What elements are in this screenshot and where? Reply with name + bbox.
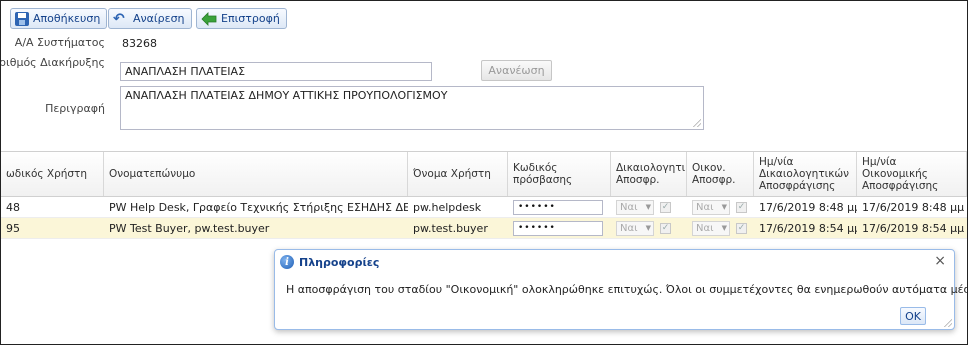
ok-button[interactable]: OK <box>900 307 926 325</box>
financial-unseal-select-value: Ναι <box>696 222 714 234</box>
resize-handle-icon[interactable] <box>693 119 701 127</box>
users-grid: ωδικός Χρήστη Ονοματεπώνυμο Όνομα Χρήστη… <box>1 151 967 239</box>
table-row[interactable]: 95 PW Test Buyer, pw.test.buyer pw.test.… <box>1 218 967 239</box>
undo-icon: ↶ <box>113 10 125 27</box>
column-header-user-code[interactable]: ωδικός Χρήστη <box>1 152 104 196</box>
docs-unseal-select[interactable]: Ναι ▼ <box>616 220 654 236</box>
column-header-fullname[interactable]: Ονοματεπώνυμο <box>104 152 408 196</box>
dialog-message: Η αποσφράγιση του σταδίου "Οικονομική" ο… <box>286 283 967 296</box>
financial-unseal-select[interactable]: Ναι ▼ <box>692 199 730 215</box>
docs-unseal-select[interactable]: Ναι ▼ <box>616 199 654 215</box>
save-button[interactable]: Αποθήκευση <box>10 8 108 29</box>
info-dialog: i Πληροφορίες × Η αποσφράγιση του σταδίο… <box>274 249 967 330</box>
financial-unseal-select[interactable]: Ναι ▼ <box>692 220 730 236</box>
back-button[interactable]: Επιστροφή <box>196 8 287 29</box>
cell-user-code: 48 <box>6 200 20 214</box>
cell-financial-unseal-date: 17/6/2019 8:48 μμ <box>862 200 965 214</box>
cell-financial-unseal-date: 17/6/2019 8:54 μμ <box>862 221 965 235</box>
docs-unseal-select-value: Ναι <box>620 222 638 234</box>
cell-password: •••••• <box>508 197 611 217</box>
undo-button[interactable]: ↶ Αναίρεση <box>108 8 192 29</box>
column-header-username[interactable]: Όνομα Χρήστη <box>408 152 508 196</box>
column-header-docs-unseal[interactable]: Δικαιολογητικά Αποσφρ. <box>611 152 687 196</box>
back-arrow-icon <box>201 11 217 26</box>
cell-username: pw.helpdesk <box>413 200 482 214</box>
app-window: Αποθήκευση ↶ Αναίρεση Επιστροφή Α/Α Συστ… <box>0 0 968 345</box>
financial-unseal-checkbox[interactable]: ✓ <box>736 222 747 234</box>
column-header-financial-unseal[interactable]: Οικον. Αποσφρ. <box>687 152 754 196</box>
password-field[interactable]: •••••• <box>513 199 603 215</box>
cell-docs-unseal: Ναι ▼ ✓ <box>611 218 687 238</box>
description-text: ΑΝΑΠΛΑΣΗ ΠΛΑΤΕΙΑΣ ΔΗΜΟΥ ΑΤΤΙΚΗΣ ΠΡΟΥΠΟΛΟ… <box>125 89 448 102</box>
cell-fullname: PW Help Desk, Γραφείο Τεχνικής Στήριξης … <box>109 200 408 214</box>
close-icon[interactable]: × <box>934 253 946 269</box>
docs-unseal-checkbox[interactable]: ✓ <box>660 201 671 213</box>
save-icon <box>15 11 29 26</box>
cell-docs-unseal-date: 17/6/2019 8:48 μμ <box>759 200 857 214</box>
system-id-label: Α/Α Συστήματος <box>14 36 105 49</box>
info-icon: i <box>280 255 294 269</box>
cell-user-code: 95 <box>6 221 20 235</box>
cell-docs-unseal-date: 17/6/2019 8:54 μμ <box>759 221 857 235</box>
cell-password: •••••• <box>508 218 611 238</box>
financial-unseal-select-value: Ναι <box>696 201 714 213</box>
dialog-title: Πληροφορίες <box>299 256 380 269</box>
docs-unseal-select-value: Ναι <box>620 201 638 213</box>
cell-username: pw.test.buyer <box>413 221 488 235</box>
description-label: Περιγραφή <box>45 102 105 115</box>
chevron-down-icon: ▼ <box>645 203 651 211</box>
column-header-password[interactable]: Κωδικός πρόσβασης <box>508 152 611 196</box>
cell-financial-unseal: Ναι ▼ ✓ <box>687 218 754 238</box>
chevron-down-icon: ▼ <box>721 224 727 232</box>
column-header-financial-unseal-date[interactable]: Ημ/νία Οικονομικής Αποσφράγισης <box>857 152 967 196</box>
description-field[interactable]: ΑΝΑΠΛΑΣΗ ΠΛΑΤΕΙΑΣ ΔΗΜΟΥ ΑΤΤΙΚΗΣ ΠΡΟΥΠΟΛΟ… <box>120 86 704 130</box>
grid-header: ωδικός Χρήστη Ονοματεπώνυμο Όνομα Χρήστη… <box>1 152 967 197</box>
back-button-label: Επιστροφή <box>221 12 280 25</box>
cell-fullname: PW Test Buyer, pw.test.buyer <box>109 221 270 235</box>
undo-button-label: Αναίρεση <box>133 12 185 25</box>
cell-financial-unseal: Ναι ▼ ✓ <box>687 197 754 217</box>
password-field[interactable]: •••••• <box>513 220 603 236</box>
dialog-header[interactable]: i Πληροφορίες × <box>275 250 954 274</box>
cell-docs-unseal: Ναι ▼ ✓ <box>611 197 687 217</box>
docs-unseal-checkbox[interactable]: ✓ <box>660 222 671 234</box>
system-id-value: 83268 <box>122 37 157 50</box>
resize-handle-icon[interactable] <box>944 319 952 327</box>
chevron-down-icon: ▼ <box>721 203 727 211</box>
table-row[interactable]: 48 PW Help Desk, Γραφείο Τεχνικής Στήριξ… <box>1 197 967 218</box>
tender-number-label: Αριθμός Διακήρυξης <box>0 56 105 69</box>
tender-number-field[interactable]: ΑΝΑΠΛΑΣΗ ΠΛΑΤΕΙΑΣ <box>120 62 432 81</box>
save-button-label: Αποθήκευση <box>33 12 101 25</box>
chevron-down-icon: ▼ <box>645 224 651 232</box>
column-header-docs-unseal-date[interactable]: Ημ/νία Δικαιολογητικών Αποσφράγισης <box>754 152 857 196</box>
financial-unseal-checkbox[interactable]: ✓ <box>736 201 747 213</box>
refresh-button[interactable]: Ανανέωση <box>481 60 552 81</box>
